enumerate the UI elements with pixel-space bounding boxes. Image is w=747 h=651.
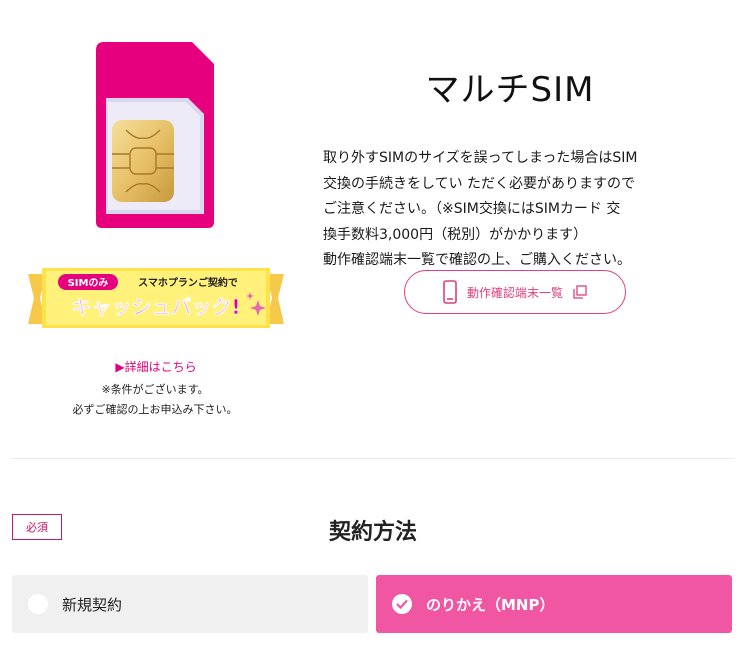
description-line: 交換の手続きをしてい ただく必要がありますので	[323, 175, 636, 192]
condition-line: ※条件がございます。	[101, 383, 209, 396]
description-line: ご注意ください。（※SIM交換にはSIMカード 交	[323, 201, 621, 218]
condition-line: 必ずご確認の上お申込み下さい。	[72, 403, 238, 416]
description-line: 取り外すSIMのサイズを誤ってしまった場合はSIM	[323, 150, 638, 166]
product-description: 取り外すSIMのサイズを誤ってしまった場合はSIM 交換の手続きをしてい ただく…	[323, 146, 695, 274]
promo-detail-link[interactable]: ▶詳細はこちら	[106, 358, 206, 375]
option-mnp-label: のりかえ（MNP）	[426, 595, 555, 614]
product-title: マルチSIM	[425, 70, 595, 110]
option-new-contract-label: 新規契約	[62, 595, 123, 614]
promo-conditions: ※条件がございます。 必ずご確認の上お申込み下さい。	[40, 380, 270, 420]
cashback-banner[interactable]: SIMのみ スマホプランご契約で キャッシュバック!	[28, 268, 284, 332]
option-new-contract[interactable]: 新規契約	[12, 575, 368, 633]
banner-headline-large: キャッシュバック!	[71, 295, 240, 319]
radio-checked-icon	[392, 594, 412, 614]
radio-unchecked-icon	[28, 594, 48, 614]
section-divider	[12, 458, 734, 459]
smartphone-icon	[443, 280, 457, 304]
required-badge: 必須	[12, 514, 62, 540]
banner-headline-small: スマホプランご契約で	[138, 276, 238, 289]
banner-badge-text: SIMのみ	[68, 277, 109, 289]
device-list-button-label: 動作確認端末一覧	[466, 285, 563, 300]
contract-method-title: 契約方法	[328, 520, 417, 545]
device-list-button[interactable]: 動作確認端末一覧	[404, 270, 626, 314]
description-line: 換手数料3,000円（税別）がかかります）	[323, 226, 588, 243]
sim-card-image	[96, 42, 214, 228]
external-window-icon	[573, 285, 587, 299]
option-mnp[interactable]: のりかえ（MNP）	[376, 575, 732, 633]
